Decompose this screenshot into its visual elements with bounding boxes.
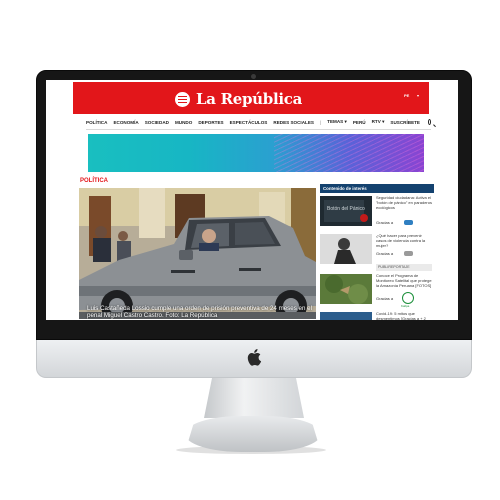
item-sponsor-label: Gracias a (376, 296, 394, 301)
monitor-chin (36, 340, 472, 378)
hero-article[interactable]: Luis Castañeda Lossio cumple una orden d… (79, 188, 316, 319)
sidebar-item[interactable]: Botón del Pánico Seguridad ciudadana: Ac… (320, 195, 434, 232)
sidebar-item[interactable]: Conoce el Programa de Monitoreo Satelita… (320, 273, 434, 308)
item-title[interactable]: Seguridad ciudadana: Activa el "botón de… (376, 195, 432, 210)
sidebar-item[interactable]: ¿Qué hacer para prevenir casos de violen… (320, 233, 434, 268)
sponsored-sidebar: Contenido de interés Botón del Pánico Se… (320, 184, 434, 320)
nav-item-peru[interactable]: PERÚ (353, 120, 366, 125)
item-title[interactable]: ¿Qué hacer para prevenir casos de violen… (376, 233, 432, 248)
nav-separator: | (319, 119, 322, 125)
woman-photo (320, 234, 372, 264)
publireportaje-badge: PUBLIREPORTAJE (376, 264, 432, 271)
sidebar-header: Contenido de interés (320, 184, 434, 193)
site-logo[interactable]: La República (175, 89, 335, 109)
nav-item-redes-sociales[interactable]: REDES SOCIALES (273, 120, 314, 125)
menu-circle-icon (175, 91, 190, 107)
chevron-down-icon[interactable]: ▾ (417, 93, 419, 98)
amazon-aerial-photo (320, 274, 372, 304)
nav-item-espectaculos[interactable]: ESPECTÁCULOS (230, 120, 268, 125)
item-title[interactable]: Conoce el Programa de Monitoreo Satelita… (376, 273, 432, 288)
item-sponsor-label: Gracias a (376, 220, 394, 225)
sponsor-name: Kallpa (401, 304, 410, 308)
section-label[interactable]: POLÍTICA (80, 178, 108, 184)
kallpa-logo-icon (402, 292, 414, 304)
sponsor-logo-icon (404, 251, 413, 256)
nav-item-sociedad[interactable]: SOCIEDAD (145, 120, 169, 125)
monitor-stand-neck (204, 378, 304, 418)
item-thumbnail (320, 312, 372, 320)
hero-caption[interactable]: Luis Castañeda Lossio cumple una orden d… (87, 305, 315, 319)
sponsor-logo-icon (404, 220, 413, 225)
logo-text: La República (196, 90, 303, 108)
camera-dot (251, 74, 256, 79)
monitor-stand-foot (185, 416, 321, 452)
nav-item-politica[interactable]: POLÍTICA (86, 120, 107, 125)
panic-button-image: Botón del Pánico (320, 196, 372, 226)
search-icon[interactable] (428, 119, 431, 125)
apple-logo-icon (247, 349, 262, 366)
item-thumbnail (320, 234, 372, 264)
nav-item-temas[interactable]: TEMAS ▾ (327, 119, 347, 125)
browser-screen: La República PE ▾ POLÍTICA ECONOMÍA SOCI… (46, 80, 458, 320)
item-thumbnail: Botón del Pánico (320, 196, 372, 226)
nav-item-rtv[interactable]: RTV ▾ (372, 119, 385, 125)
site-header: La República PE ▾ (73, 82, 429, 114)
region-selector[interactable]: PE (404, 93, 409, 98)
nav-item-deportes[interactable]: DEPORTES (198, 120, 223, 125)
main-nav: POLÍTICA ECONOMÍA SOCIEDAD MUNDO DEPORTE… (86, 116, 431, 128)
hero-photo (79, 188, 316, 319)
sidebar-item[interactable]: Covid-19: 5 mitos que desmentimos [Graci… (320, 311, 434, 320)
nav-item-mundo[interactable]: MUNDO (175, 120, 192, 125)
nav-divider (86, 129, 431, 130)
nav-item-economia[interactable]: ECONOMÍA (113, 120, 138, 125)
ad-banner[interactable] (88, 134, 424, 172)
item-sponsor-label: Gracias a (376, 251, 394, 256)
item-title[interactable]: Covid-19: 5 mitos que desmentimos [Graci… (376, 311, 432, 320)
item-thumbnail (320, 274, 372, 304)
thumb-text: Botón del Pánico (327, 206, 365, 212)
nav-item-suscribete[interactable]: SUSCRÍBETE (390, 120, 420, 125)
